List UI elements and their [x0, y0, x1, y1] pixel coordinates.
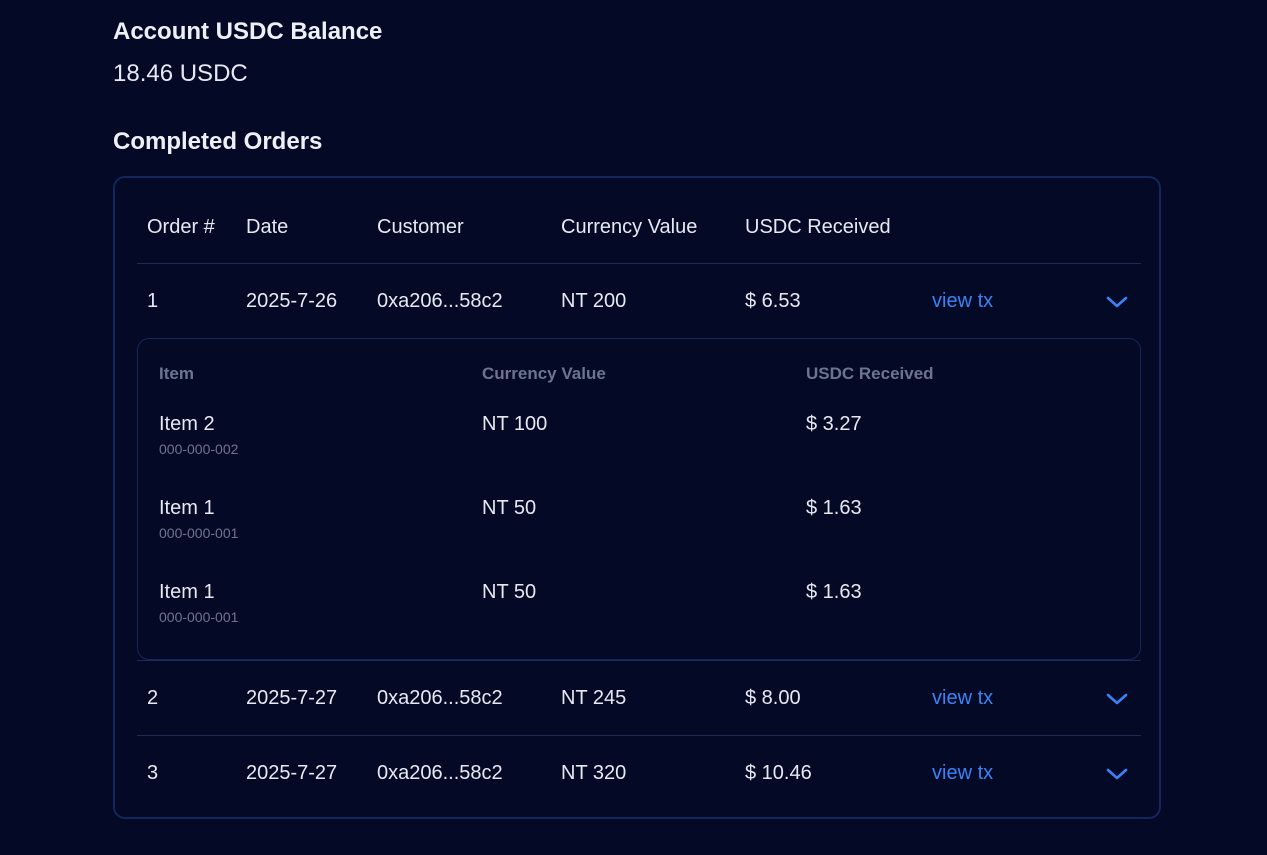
order-currency-value: NT 245: [561, 687, 627, 709]
item-currency-value: NT 100: [482, 413, 548, 435]
divider: [137, 263, 1141, 264]
item-sku: 000-000-001: [159, 609, 239, 625]
item-currency-value: NT 50: [482, 581, 537, 603]
chevron-down-icon[interactable]: [1105, 687, 1129, 711]
order-number: 2: [147, 687, 159, 709]
item-name: Item 2: [159, 413, 215, 435]
item-usdc-received: $ 3.27: [806, 413, 862, 435]
order-currency-value: NT 200: [561, 290, 627, 312]
order-customer: 0xa206...58c2: [377, 290, 503, 312]
column-header-order: Order #: [147, 216, 215, 238]
view-tx-link[interactable]: view tx: [932, 762, 993, 785]
divider: [137, 735, 1141, 736]
item-sku: 000-000-002: [159, 441, 239, 457]
item-sku: 000-000-001: [159, 525, 239, 541]
view-tx-link[interactable]: view tx: [932, 687, 993, 710]
chevron-down-icon[interactable]: [1105, 290, 1129, 314]
detail-header-item: Item: [159, 364, 194, 383]
order-date: 2025-7-27: [246, 762, 338, 784]
chevron-down-icon[interactable]: [1105, 762, 1129, 786]
column-header-customer: Customer: [377, 216, 464, 238]
column-header-usdc-received: USDC Received: [745, 216, 891, 238]
order-customer: 0xa206...58c2: [377, 762, 503, 784]
order-usdc-received: $ 10.46: [745, 762, 812, 784]
item-name: Item 1: [159, 497, 215, 519]
item-name: Item 1: [159, 581, 215, 603]
order-usdc-received: $ 6.53: [745, 290, 801, 312]
page: Account USDC Balance 18.46 USDC Complete…: [0, 0, 1267, 855]
divider: [137, 660, 1141, 661]
orders-title: Completed Orders: [113, 128, 323, 155]
order-detail-panel: Item Currency Value USDC Received Item 2…: [137, 338, 1141, 660]
item-usdc-received: $ 1.63: [806, 497, 862, 519]
view-tx-link[interactable]: view tx: [932, 290, 993, 313]
item-currency-value: NT 50: [482, 497, 537, 519]
order-number: 1: [147, 290, 159, 312]
detail-header-currency-value: Currency Value: [482, 364, 606, 383]
order-usdc-received: $ 8.00: [745, 687, 801, 709]
item-usdc-received: $ 1.63: [806, 581, 862, 603]
order-currency-value: NT 320: [561, 762, 627, 784]
column-header-currency-value: Currency Value: [561, 216, 698, 238]
order-number: 3: [147, 762, 159, 784]
balance-title: Account USDC Balance: [113, 18, 383, 45]
orders-table: Order # Date Customer Currency Value USD…: [113, 176, 1161, 819]
column-header-date: Date: [246, 216, 289, 238]
detail-header-usdc-received: USDC Received: [806, 364, 934, 383]
order-customer: 0xa206...58c2: [377, 687, 503, 709]
balance-value: 18.46 USDC: [113, 60, 248, 87]
order-date: 2025-7-26: [246, 290, 338, 312]
order-date: 2025-7-27: [246, 687, 338, 709]
